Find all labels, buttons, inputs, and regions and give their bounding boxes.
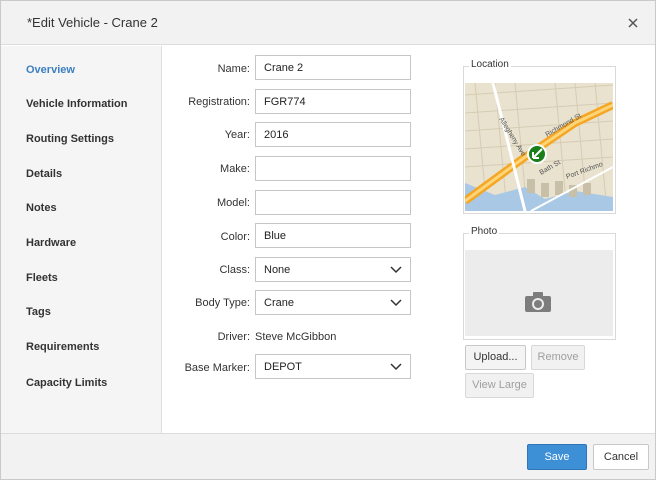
camera-icon xyxy=(525,292,551,312)
sidebar-item-notes[interactable]: Notes xyxy=(26,202,57,214)
class-select-value: None xyxy=(264,264,291,276)
driver-label: Driver: xyxy=(217,331,250,343)
make-label: Make: xyxy=(220,163,250,175)
name-field[interactable] xyxy=(255,55,411,80)
sidebar-item-tags[interactable]: Tags xyxy=(26,306,51,318)
body-type-select-value: Crane xyxy=(264,297,294,309)
remove-button[interactable]: Remove xyxy=(531,345,585,370)
upload-button[interactable]: Upload... xyxy=(465,345,526,370)
body-type-select[interactable]: Crane xyxy=(255,290,411,315)
name-label: Name: xyxy=(217,63,250,75)
cancel-button[interactable]: Cancel xyxy=(593,444,649,470)
chevron-down-icon xyxy=(390,266,402,274)
base-marker-select[interactable]: DEPOT xyxy=(255,354,411,379)
sidebar-item-requirements[interactable]: Requirements xyxy=(26,341,99,353)
dialog-title: *Edit Vehicle - Crane 2 xyxy=(27,15,158,30)
chevron-down-icon xyxy=(390,363,402,371)
sidebar-item-overview[interactable]: Overview xyxy=(26,64,75,76)
sidebar-item-vehicle-information[interactable]: Vehicle Information xyxy=(26,98,127,110)
map-image: Allegheny Ave Richmond St Bath St Port R… xyxy=(465,83,613,211)
location-map[interactable]: Allegheny Ave Richmond St Bath St Port R… xyxy=(465,83,613,211)
base-marker-label: Base Marker: xyxy=(184,362,250,374)
sidebar-item-hardware[interactable]: Hardware xyxy=(26,237,76,249)
save-button[interactable]: Save xyxy=(527,444,587,470)
year-field[interactable] xyxy=(255,122,411,147)
make-field[interactable] xyxy=(255,156,411,181)
view-large-button[interactable]: View Large xyxy=(465,373,534,398)
vehicle-marker-icon[interactable] xyxy=(527,144,547,164)
photo-title: Photo xyxy=(469,226,500,237)
driver-value: Steve McGibbon xyxy=(255,331,337,343)
class-select[interactable]: None xyxy=(255,257,411,282)
sidebar-item-routing-settings[interactable]: Routing Settings xyxy=(26,133,114,145)
color-field[interactable] xyxy=(255,223,411,248)
sidebar-item-fleets[interactable]: Fleets xyxy=(26,272,58,284)
location-title: Location xyxy=(469,59,511,70)
close-icon[interactable] xyxy=(625,15,641,31)
registration-field[interactable] xyxy=(255,89,411,114)
model-field[interactable] xyxy=(255,190,411,215)
sidebar-item-capacity-limits[interactable]: Capacity Limits xyxy=(26,377,107,389)
chevron-down-icon xyxy=(390,299,402,307)
dialog-titlebar: *Edit Vehicle - Crane 2 xyxy=(1,1,655,45)
registration-label: Registration: xyxy=(188,96,250,108)
year-label: Year: xyxy=(224,129,250,141)
class-label: Class: xyxy=(219,264,250,276)
model-label: Model: xyxy=(216,197,250,209)
color-label: Color: xyxy=(220,231,250,243)
body-type-label: Body Type: xyxy=(195,297,250,309)
base-marker-select-value: DEPOT xyxy=(264,361,302,373)
sidebar-item-details[interactable]: Details xyxy=(26,168,62,180)
edit-vehicle-dialog: *Edit Vehicle - Crane 2 Overview Vehicle… xyxy=(0,0,656,480)
